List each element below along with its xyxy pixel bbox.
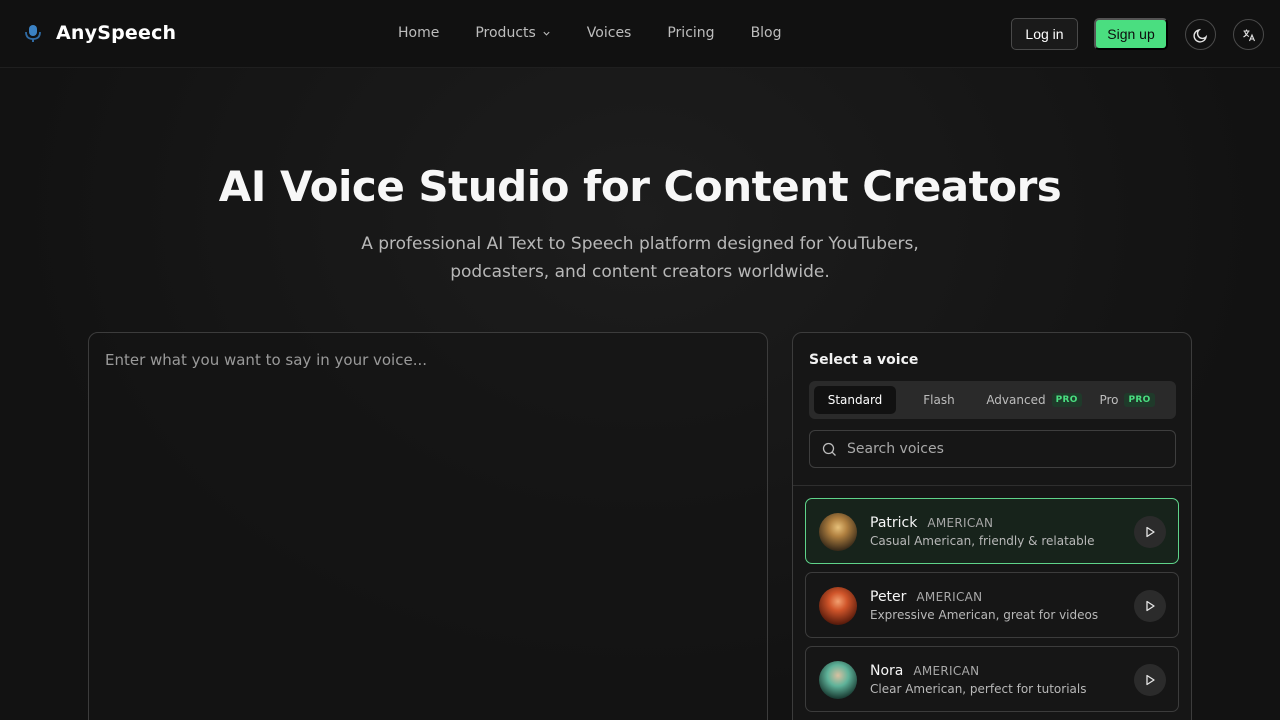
tab-flash[interactable]: Flash [896, 386, 982, 414]
tab-standard[interactable]: Standard [814, 386, 896, 414]
voice-card-nora[interactable]: Nora AMERICAN Clear American, perfect fo… [805, 646, 1179, 712]
voice-panel-title: Select a voice [809, 352, 919, 368]
tab-pro-label: Pro [1099, 393, 1119, 407]
theme-toggle-button[interactable] [1185, 19, 1216, 50]
play-icon [1146, 674, 1155, 686]
hero-title: AI Voice Studio for Content Creators [218, 162, 1062, 211]
voice-name: Nora [870, 663, 904, 679]
pro-badge: PRO [1124, 393, 1155, 407]
voice-name-row: Nora AMERICAN [870, 663, 979, 679]
login-button[interactable]: Log in [1011, 18, 1078, 50]
voice-name: Peter [870, 589, 907, 605]
nav-pricing-label: Pricing [667, 25, 715, 41]
voice-name-row: Patrick AMERICAN [870, 515, 993, 531]
avatar [819, 587, 857, 625]
nav-blog[interactable]: Blog [751, 25, 782, 41]
voice-selector-panel: Select a voice Standard Flash Advanced P… [792, 332, 1192, 720]
signup-button[interactable]: Sign up [1094, 18, 1168, 50]
nav-home-label: Home [398, 25, 440, 41]
tab-advanced[interactable]: Advanced PRO [982, 386, 1086, 414]
voice-accent: AMERICAN [927, 516, 994, 530]
chevron-down-icon [543, 31, 550, 36]
nav-home[interactable]: Home [398, 25, 439, 41]
hero-subtitle: A professional AI Text to Speech platfor… [361, 234, 919, 282]
voice-search-input[interactable] [847, 441, 1147, 457]
nav-products[interactable]: Products [475, 25, 550, 41]
nav-products-label: Products [475, 25, 536, 41]
language-button[interactable] [1233, 19, 1264, 50]
voice-card-peter[interactable]: Peter AMERICAN Expressive American, grea… [805, 572, 1179, 638]
nav-voices[interactable]: Voices [587, 25, 632, 41]
tab-standard-label: Standard [827, 393, 883, 407]
tab-pro[interactable]: Pro PRO [1086, 386, 1168, 414]
voice-description: Casual American, friendly & relatable [870, 534, 1095, 548]
text-editor-panel [88, 332, 768, 720]
brand-name: AnySpeech [56, 22, 177, 44]
play-button[interactable] [1134, 664, 1166, 696]
divider [793, 485, 1191, 486]
play-button[interactable] [1134, 516, 1166, 548]
avatar [819, 661, 857, 699]
speech-text-input[interactable] [89, 333, 767, 720]
tab-advanced-label: Advanced [986, 393, 1046, 407]
play-icon [1146, 526, 1155, 538]
search-icon [822, 442, 836, 456]
voice-accent: AMERICAN [916, 590, 983, 604]
voice-description: Clear American, perfect for tutorials [870, 682, 1087, 696]
voice-name: Patrick [870, 515, 918, 531]
microphone-logo-icon [22, 22, 44, 44]
site-header: AnySpeech Home Products Voices Pricing B… [0, 0, 1280, 68]
voice-list: Patrick AMERICAN Casual American, friend… [805, 498, 1179, 720]
nav-pricing[interactable]: Pricing [667, 25, 714, 41]
brand-logo[interactable]: AnySpeech [22, 22, 176, 44]
voice-card-patrick[interactable]: Patrick AMERICAN Casual American, friend… [805, 498, 1179, 564]
nav-blog-label: Blog [750, 25, 782, 41]
voice-search-box [809, 430, 1176, 468]
moon-icon [1192, 28, 1207, 43]
tab-flash-label: Flash [923, 393, 955, 407]
pro-badge: PRO [1051, 393, 1082, 407]
voice-description: Expressive American, great for videos [870, 608, 1099, 622]
play-icon [1146, 600, 1155, 612]
voice-name-row: Peter AMERICAN [870, 589, 982, 605]
voice-tier-tabs: Standard Flash Advanced PRO Pro PRO [809, 381, 1176, 419]
voice-accent: AMERICAN [913, 664, 980, 678]
play-button[interactable] [1134, 590, 1166, 622]
main-nav: Home Products Voices Pricing Blog [398, 25, 818, 41]
nav-voices-label: Voices [586, 25, 632, 41]
translate-icon [1242, 29, 1255, 41]
avatar [819, 513, 857, 551]
